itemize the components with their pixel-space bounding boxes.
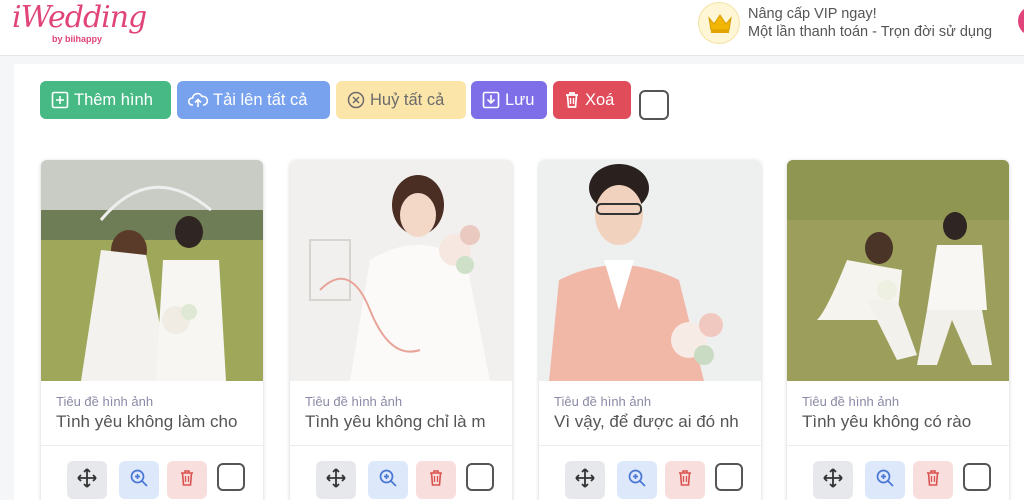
move-icon [574, 467, 596, 494]
wedding-photo[interactable] [539, 160, 761, 381]
delete-image-button[interactable] [665, 461, 705, 499]
zoom-button[interactable] [865, 461, 905, 499]
app-logo[interactable]: iWedding by biihappy [12, 0, 147, 50]
wedding-photo[interactable] [787, 160, 1009, 381]
caption-input[interactable]: Tình yêu không có rào [802, 412, 996, 432]
zoom-in-icon [875, 468, 895, 493]
delete-button[interactable]: Xoá [553, 81, 631, 119]
zoom-button[interactable] [617, 461, 657, 499]
move-button[interactable] [565, 461, 605, 499]
crown-icon [698, 2, 740, 44]
download-icon [482, 91, 500, 109]
vip-upgrade-banner[interactable]: Nâng cấp VIP ngay! Một lần thanh toán - … [698, 2, 1024, 46]
zoom-in-icon [129, 468, 149, 493]
cloud-upload-icon [188, 91, 208, 109]
save-button[interactable]: Lưu [471, 81, 547, 119]
cancel-all-label: Huỷ tất cả [370, 90, 445, 109]
wedding-photo[interactable] [290, 160, 512, 381]
caption-input[interactable]: Tình yêu không chỉ là m [305, 412, 499, 432]
caption-label: Tiêu đề hình ảnh [56, 394, 154, 409]
caption-input[interactable]: Tình yêu không làm cho [56, 412, 250, 432]
trash-icon [428, 469, 444, 492]
caption-label: Tiêu đề hình ảnh [554, 394, 652, 409]
move-button[interactable] [316, 461, 356, 499]
plus-square-icon [51, 91, 69, 109]
trash-icon [677, 469, 693, 492]
upload-all-button[interactable]: Tải lên tất cả [177, 81, 330, 119]
zoom-button[interactable] [368, 461, 408, 499]
select-image-checkbox[interactable] [715, 463, 743, 491]
select-image-checkbox[interactable] [217, 463, 245, 491]
image-card: Tiêu đề hình ảnh Tình yêu không có rào [787, 160, 1009, 500]
image-card: Tiêu đề hình ảnh Tình yêu không làm cho [41, 160, 263, 500]
select-all-checkbox[interactable] [639, 90, 669, 120]
trash-icon [925, 469, 941, 492]
image-card: Tiêu đề hình ảnh Tình yêu không chỉ là m [290, 160, 512, 500]
delete-label: Xoá [585, 90, 615, 109]
add-image-label: Thêm hình [74, 90, 153, 109]
x-circle-icon [347, 91, 365, 109]
trash-icon [179, 469, 195, 492]
select-image-checkbox[interactable] [963, 463, 991, 491]
delete-image-button[interactable] [416, 461, 456, 499]
divider [41, 445, 263, 446]
save-label: Lưu [505, 90, 535, 109]
divider [787, 445, 1009, 446]
delete-image-button[interactable] [913, 461, 953, 499]
move-icon [76, 467, 98, 494]
divider [290, 445, 512, 446]
logo-subtext: by biihappy [52, 34, 103, 44]
zoom-in-icon [378, 468, 398, 493]
move-button[interactable] [67, 461, 107, 499]
cancel-all-button[interactable]: Huỷ tất cả [336, 81, 466, 119]
add-image-button[interactable]: Thêm hình [40, 81, 171, 119]
caption-label: Tiêu đề hình ảnh [802, 394, 900, 409]
caption-label: Tiêu đề hình ảnh [305, 394, 403, 409]
delete-image-button[interactable] [167, 461, 207, 499]
caption-input[interactable]: Vì vậy, để được ai đó nh [554, 412, 748, 432]
logo-text: iWedding [12, 0, 147, 35]
image-card: Tiêu đề hình ảnh Vì vậy, để được ai đó n… [539, 160, 761, 500]
vip-title: Nâng cấp VIP ngay! [748, 6, 877, 22]
upload-all-label: Tải lên tất cả [213, 90, 308, 109]
wedding-photo[interactable] [41, 160, 263, 381]
move-icon [822, 467, 844, 494]
zoom-button[interactable] [119, 461, 159, 499]
app-header: iWedding by biihappy Nâng cấp VIP ngay! … [0, 0, 1024, 56]
trash-icon [564, 91, 580, 109]
vip-subtitle: Một lần thanh toán - Trọn đời sử dụng [748, 24, 993, 40]
divider [539, 445, 761, 446]
move-button[interactable] [813, 461, 853, 499]
zoom-in-icon [627, 468, 647, 493]
move-icon [325, 467, 347, 494]
select-image-checkbox[interactable] [466, 463, 494, 491]
